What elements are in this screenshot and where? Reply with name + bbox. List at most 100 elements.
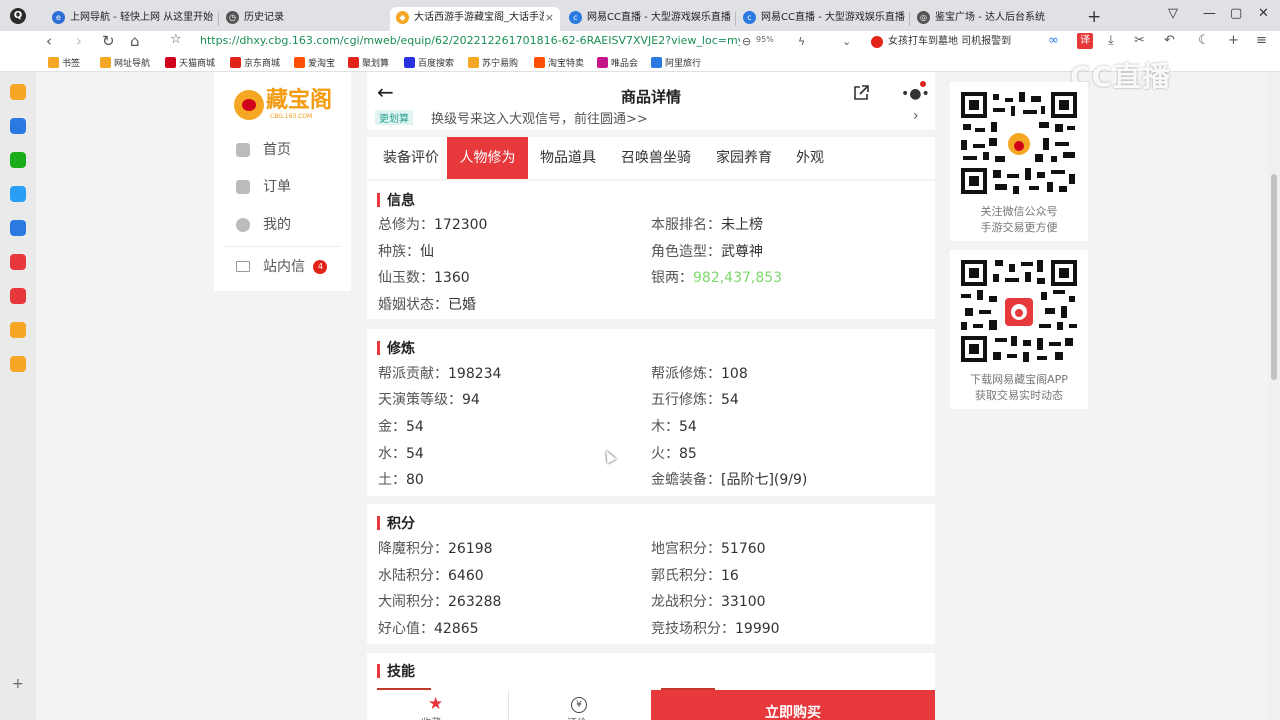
- buy-now-button[interactable]: 立即购买: [651, 690, 935, 720]
- cbg-logo[interactable]: 藏宝阁 CBG.163.COM: [234, 86, 334, 122]
- qr-code-image[interactable]: [959, 258, 1079, 364]
- mail-icon: [236, 261, 250, 272]
- training-item: 土：80: [378, 472, 424, 488]
- bookmark-item[interactable]: 聚划算: [348, 56, 389, 69]
- bookmark-item[interactable]: 苏宁易购: [468, 56, 518, 69]
- tab-jianbao[interactable]: ◎ 鉴宝广场 - 达人后台系统: [911, 7, 1081, 31]
- skin-icon[interactable]: ▽: [1168, 6, 1178, 21]
- lightning-icon[interactable]: ϟ: [798, 35, 805, 48]
- maximize-icon[interactable]: ▢: [1230, 6, 1242, 21]
- sidebar-item-orders[interactable]: 订单: [236, 177, 291, 197]
- bookmark-item[interactable]: 京东商城: [230, 56, 280, 69]
- info-item: 银两：982,437,853: [651, 270, 783, 286]
- suning-icon: [468, 57, 479, 68]
- translate-icon[interactable]: 译: [1077, 33, 1093, 49]
- tab-label: 上网导航 - 轻快上网 从这里开始: [70, 12, 214, 23]
- menu-icon[interactable]: ≡: [1256, 33, 1267, 48]
- info-item: 婚姻状态：已婚: [378, 297, 476, 313]
- sidebar-item-label: 首页: [263, 142, 291, 158]
- bookmark-item[interactable]: 淘宝特卖: [534, 56, 584, 69]
- undo-icon[interactable]: ↶: [1164, 33, 1175, 48]
- star-icon: ★: [428, 694, 444, 714]
- close-tab-icon[interactable]: ×: [545, 7, 554, 29]
- tab-cc-1[interactable]: c 网易CC直播 - 大型游戏娱乐直播: [563, 7, 733, 31]
- page-scrollbar[interactable]: [1268, 72, 1280, 720]
- scissors-icon[interactable]: ✂: [1134, 33, 1145, 48]
- tab-cc-2[interactable]: c 网易CC直播 - 大型游戏娱乐直播: [737, 7, 907, 31]
- bookmark-item[interactable]: 阿里旅行: [651, 56, 701, 69]
- tab-items[interactable]: 物品道具: [528, 137, 608, 179]
- tab-home[interactable]: 家园养育: [704, 137, 784, 179]
- tab-nav[interactable]: e 上网导航 - 轻快上网 从这里开始: [46, 7, 216, 31]
- qr-code-image[interactable]: [959, 90, 1079, 196]
- tab-character-cultivation[interactable]: 人物修为: [447, 137, 528, 179]
- tab-divider: [735, 12, 736, 26]
- star-app-icon[interactable]: [10, 84, 26, 100]
- bookmark-item[interactable]: 唯品会: [597, 56, 638, 69]
- cloud-app-icon[interactable]: [10, 220, 26, 236]
- bookmark-item[interactable]: 爱淘宝: [294, 56, 335, 69]
- favorite-button[interactable]: ★ 收藏: [367, 690, 508, 720]
- tab-history[interactable]: ◷ 历史记录: [220, 7, 385, 31]
- sidebar-item-mine[interactable]: 我的: [236, 215, 291, 235]
- new-tab-button[interactable]: +: [1087, 7, 1101, 27]
- jd-icon: [230, 57, 241, 68]
- browser-app-icon[interactable]: [10, 118, 26, 134]
- add-app-icon[interactable]: +: [12, 676, 24, 692]
- back-icon[interactable]: ‹: [46, 32, 52, 50]
- minimize-icon[interactable]: —: [1203, 6, 1216, 21]
- wechat-app-icon[interactable]: [10, 152, 26, 168]
- pdf-app-icon[interactable]: [10, 288, 26, 304]
- tab-pets-mounts[interactable]: 召唤兽坐骑: [608, 137, 704, 179]
- browser-logo-icon[interactable]: Q: [10, 8, 26, 24]
- globe-icon: ◎: [917, 11, 930, 24]
- add-icon[interactable]: +: [1228, 33, 1239, 48]
- sidebar-item-messages[interactable]: 站内信 4: [236, 257, 328, 277]
- folder-app-icon[interactable]: [10, 356, 26, 372]
- zoom-level[interactable]: 95%: [756, 35, 774, 44]
- store-app-icon[interactable]: [10, 254, 26, 270]
- site-sidebar: 藏宝阁 CBG.163.COM 首页 订单 我的 站内信 4: [214, 72, 351, 291]
- bargain-button[interactable]: ¥ 还价: [509, 690, 651, 720]
- section-title: 信息: [377, 190, 415, 210]
- tmall-icon: [165, 57, 176, 68]
- chevron-down-icon[interactable]: ⌄: [842, 35, 851, 48]
- points-item: 郭氏积分：16: [651, 568, 739, 584]
- game-app-icon[interactable]: [10, 186, 26, 202]
- extension-icon[interactable]: ∞: [1048, 33, 1059, 48]
- search-input[interactable]: 女孩打车到墓地 司机报警到: [868, 33, 1018, 51]
- bookmark-item[interactable]: 网址导航: [100, 56, 150, 69]
- url-field[interactable]: https://dhxy.cbg.163.com/cgi/mweb/equip/…: [200, 34, 740, 47]
- bookmark-item[interactable]: 百度搜索: [404, 56, 454, 69]
- bookmark-item[interactable]: 天猫商城: [165, 56, 215, 69]
- juhuasuan-icon: [348, 57, 359, 68]
- points-item: 大闹积分：263288: [378, 594, 502, 610]
- cbg-icon: ◆: [396, 11, 409, 24]
- tab-cbg[interactable]: ◆ 大话西游手游藏宝阁_大话手游 ×: [390, 7, 560, 31]
- search-app-icon[interactable]: [10, 322, 26, 338]
- home-icon[interactable]: ⌂: [130, 32, 140, 50]
- info-item: 角色造型：武尊神: [651, 244, 763, 260]
- share-icon[interactable]: [852, 84, 870, 102]
- section-title: 积分: [377, 513, 415, 533]
- bookmark-star-icon[interactable]: ☆: [170, 32, 182, 47]
- tab-equipment-rating[interactable]: 装备评价: [371, 137, 451, 179]
- scrollbar-thumb[interactable]: [1271, 174, 1277, 380]
- night-mode-icon[interactable]: ☾: [1198, 33, 1210, 48]
- qr-caption: 关注微信公众号: [980, 205, 1058, 218]
- bookmark-item[interactable]: 书签: [48, 56, 80, 69]
- forward-icon[interactable]: ›: [76, 32, 82, 50]
- tab-divider: [218, 12, 219, 26]
- tab-label: 鉴宝广场 - 达人后台系统: [935, 12, 1045, 23]
- promo-banner[interactable]: 更划算 换级号来这入大观信号，前往圆通>> ›: [367, 108, 935, 130]
- tab-appearance[interactable]: 外观: [784, 137, 836, 179]
- download-icon[interactable]: ⤓: [1108, 33, 1114, 48]
- reload-icon[interactable]: ↻: [102, 32, 115, 50]
- training-item: 金：54: [378, 419, 424, 435]
- sidebar-item-home[interactable]: 首页: [236, 140, 291, 160]
- more-icon[interactable]: •●•: [901, 86, 930, 102]
- points-item: 好心值：42865: [378, 621, 479, 637]
- taobao-icon: [294, 57, 305, 68]
- close-window-icon[interactable]: ✕: [1258, 6, 1269, 21]
- promo-tag: 更划算: [375, 110, 413, 125]
